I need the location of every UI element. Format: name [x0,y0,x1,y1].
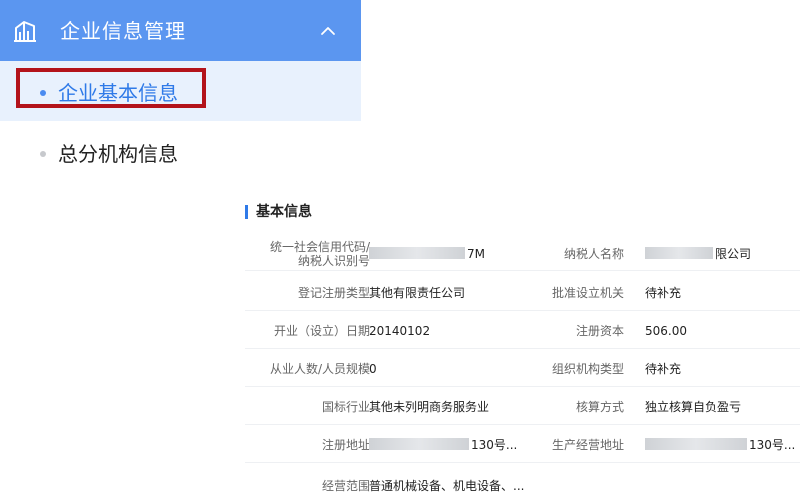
taxpayer-name-value: 限公司 [645,247,751,261]
menu-header[interactable]: 企业信息管理 [0,0,361,61]
accounting-label: 核算方式 [575,400,624,414]
reg-type-value: 其他有限责任公司 [369,286,466,300]
industry-value: 其他未列明商务服务业 [369,400,490,414]
reg-capital-label: 注册资本 [575,324,624,338]
building-icon [14,21,36,42]
menu-item-label: 总分机构信息 [58,142,178,166]
section-title-text: 基本信息 [256,204,312,220]
reg-address-value-suffix: 130号... [471,438,518,452]
credit-code-label: 统一社会信用代码/ 纳税人识别号 [270,240,370,268]
approval-org-value: 待补充 [645,286,682,300]
scope-value[interactable]: 普通机械设备、机电设备、... [369,479,524,493]
reg-address-label: 注册地址 [321,438,370,452]
scope-label: 经营范围 [321,479,370,493]
info-row: 从业人数/人员规模 0 组织机构类型 待补充 [245,348,800,387]
section-title-bar [245,205,248,219]
credit-code-label-line1: 统一社会信用代码/ [269,240,370,254]
redacted-block [369,247,465,259]
open-date-value: 20140102 [369,324,431,338]
org-type-value: 待补充 [645,362,682,376]
staff-label: 从业人数/人员规模 [269,362,370,376]
info-row: 开业（设立）日期 20140102 注册资本 506.00 [245,310,800,349]
staff-value: 0 [369,362,377,376]
highlight-annotation-box [16,68,206,108]
open-date-label: 开业（设立）日期 [273,324,370,338]
biz-address-value[interactable]: 130号... [645,438,795,452]
reg-type-label: 登记注册类型 [297,286,370,300]
redacted-block [645,247,713,259]
reg-address-value[interactable]: 130号... [369,438,517,452]
info-row: 经营范围 普通机械设备、机电设备、... [245,462,800,500]
info-row: 统一社会信用代码/ 纳税人识别号 7M 纳税人名称 限公司 [245,232,800,271]
menu-header-title: 企业信息管理 [60,19,186,43]
redacted-block [369,438,469,450]
redacted-block [645,438,747,450]
accounting-value: 独立核算自负盈亏 [645,400,742,414]
industry-label: 国标行业 [321,400,370,414]
taxpayer-name-label: 纳税人名称 [563,247,624,261]
org-type-label: 组织机构类型 [551,362,624,376]
info-row: 国标行业 其他未列明商务服务业 核算方式 独立核算自负盈亏 [245,386,800,425]
approval-org-label: 批准设立机关 [551,286,624,300]
credit-code-value-suffix: 7M [467,247,485,261]
taxpayer-name-value-suffix: 限公司 [715,247,752,261]
bullet-dot-icon [40,151,46,157]
biz-address-label: 生产经营地址 [551,438,624,452]
info-row: 注册地址 130号... 生产经营地址 130号... [245,424,800,463]
credit-code-label-line2: 纳税人识别号 [297,254,370,268]
reg-capital-value: 506.00 [645,324,687,338]
chevron-up-icon[interactable] [320,25,336,37]
biz-address-value-suffix: 130号... [749,438,796,452]
credit-code-value: 7M [369,247,485,261]
info-row: 登记注册类型 其他有限责任公司 批准设立机关 待补充 [245,272,800,311]
